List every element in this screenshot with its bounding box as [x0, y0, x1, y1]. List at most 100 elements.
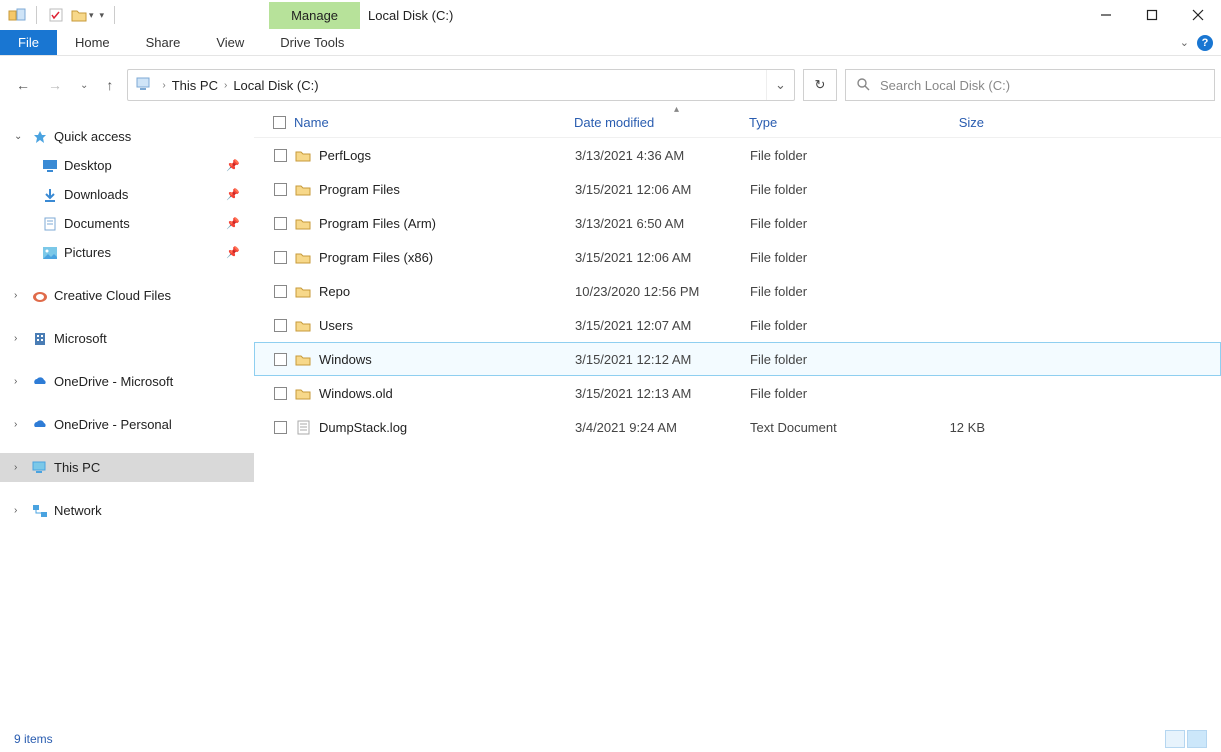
sidebar-quick-access[interactable]: ⌄ Quick access	[0, 122, 254, 151]
sidebar-onedrive-microsoft[interactable]: › OneDrive - Microsoft	[0, 367, 254, 396]
desktop-icon	[42, 158, 58, 174]
status-bar: 9 items	[0, 726, 1221, 752]
drive-tools-tab[interactable]: Drive Tools	[262, 30, 362, 55]
chevron-right-icon[interactable]: ›	[222, 80, 229, 91]
row-checkbox[interactable]	[265, 251, 295, 264]
column-header-type[interactable]: Type	[749, 115, 894, 130]
large-icons-view-button[interactable]	[1187, 730, 1207, 748]
sidebar-item-label: Quick access	[54, 129, 131, 144]
pin-icon[interactable]: 📌	[226, 188, 240, 201]
file-row[interactable]: Program Files (x86)3/15/2021 12:06 AMFil…	[254, 240, 1221, 274]
sidebar-item-label: Documents	[64, 216, 130, 231]
address-box[interactable]: › This PC › Local Disk (C:) ⌄	[127, 69, 795, 101]
navigation-pane: ⌄ Quick access Desktop 📌 Downloads 📌 Doc…	[0, 108, 254, 726]
chevron-right-icon[interactable]: ›	[14, 462, 26, 473]
select-all-checkbox[interactable]	[264, 116, 294, 129]
row-checkbox[interactable]	[265, 353, 295, 366]
ribbon-expand-icon[interactable]: ⌄	[1180, 36, 1189, 49]
chevron-down-icon[interactable]: ⌄	[14, 131, 26, 142]
file-date: 10/23/2020 12:56 PM	[575, 284, 750, 299]
folder-icon	[295, 147, 311, 163]
chevron-right-icon[interactable]: ›	[14, 333, 26, 344]
details-view-button[interactable]	[1165, 730, 1185, 748]
search-icon	[856, 77, 870, 94]
pin-icon[interactable]: 📌	[226, 159, 240, 172]
sidebar-network[interactable]: › Network	[0, 496, 254, 525]
view-tab[interactable]: View	[198, 30, 262, 55]
folder-icon	[295, 351, 311, 367]
chevron-right-icon[interactable]: ›	[14, 419, 26, 430]
sidebar-documents[interactable]: Documents 📌	[0, 209, 254, 238]
file-row[interactable]: Repo10/23/2020 12:56 PMFile folder	[254, 274, 1221, 308]
file-tab[interactable]: File	[0, 30, 57, 55]
home-tab[interactable]: Home	[57, 30, 128, 55]
help-icon[interactable]: ?	[1197, 35, 1213, 51]
file-list: Name Date modified Type Size ▴ PerfLogs3…	[254, 108, 1221, 726]
sidebar-item-label: Creative Cloud Files	[54, 288, 171, 303]
file-row[interactable]: PerfLogs 3/13/2021 4:36 AMFile folder	[254, 138, 1221, 172]
column-header-size[interactable]: Size	[894, 115, 984, 130]
chevron-right-icon[interactable]: ›	[14, 505, 26, 516]
qat-folder-dropdown[interactable]: ▾	[71, 8, 94, 22]
chevron-right-icon[interactable]: ›	[160, 80, 167, 91]
refresh-button[interactable]: ↻	[803, 69, 837, 101]
file-size: 12 KB	[895, 420, 985, 435]
file-name: DumpStack.log	[319, 420, 407, 435]
breadcrumb-this-pc[interactable]: This PC	[168, 78, 222, 93]
file-row[interactable]: Users3/15/2021 12:07 AMFile folder	[254, 308, 1221, 342]
pin-icon[interactable]: 📌	[226, 246, 240, 259]
row-checkbox[interactable]	[265, 217, 295, 230]
search-input[interactable]	[880, 78, 1204, 93]
sidebar-this-pc[interactable]: › This PC	[0, 453, 254, 482]
up-button[interactable]: ↑	[106, 77, 113, 93]
downloads-icon	[42, 187, 58, 203]
file-row[interactable]: DumpStack.log3/4/2021 9:24 AMText Docume…	[254, 410, 1221, 444]
file-type: File folder	[750, 148, 895, 163]
file-row[interactable]: Windows.old3/15/2021 12:13 AMFile folder	[254, 376, 1221, 410]
file-type: File folder	[750, 216, 895, 231]
sidebar-creative-cloud[interactable]: › Creative Cloud Files	[0, 281, 254, 310]
minimize-button[interactable]	[1083, 0, 1129, 30]
file-name: PerfLogs	[319, 148, 371, 163]
recent-locations-dropdown[interactable]: ⌄	[80, 80, 88, 91]
chevron-right-icon[interactable]: ›	[14, 376, 26, 387]
maximize-button[interactable]	[1129, 0, 1175, 30]
close-button[interactable]	[1175, 0, 1221, 30]
folder-icon	[295, 385, 311, 401]
sidebar-microsoft[interactable]: › Microsoft	[0, 324, 254, 353]
row-checkbox[interactable]	[265, 285, 295, 298]
file-name: Users	[319, 318, 353, 333]
breadcrumb-local-disk[interactable]: Local Disk (C:)	[229, 78, 322, 93]
file-date: 3/13/2021 4:36 AM	[575, 148, 750, 163]
file-row[interactable]: Windows3/15/2021 12:12 AMFile folder	[254, 342, 1221, 376]
row-checkbox[interactable]	[265, 319, 295, 332]
forward-button[interactable]: →	[48, 77, 62, 93]
row-checkbox[interactable]	[265, 183, 295, 196]
properties-icon[interactable]	[47, 6, 65, 24]
search-box[interactable]	[845, 69, 1215, 101]
sidebar-item-label: Network	[54, 503, 102, 518]
row-checkbox[interactable]	[265, 421, 295, 434]
share-tab[interactable]: Share	[128, 30, 199, 55]
folder-icon	[295, 215, 311, 231]
row-checkbox[interactable]	[265, 387, 295, 400]
pin-icon[interactable]: 📌	[226, 217, 240, 230]
column-header-date[interactable]: Date modified	[574, 115, 749, 130]
column-header-name[interactable]: Name	[294, 115, 574, 130]
sidebar-desktop[interactable]: Desktop 📌	[0, 151, 254, 180]
chevron-right-icon[interactable]: ›	[14, 290, 26, 301]
address-dropdown[interactable]: ⌄	[766, 70, 794, 100]
file-date: 3/15/2021 12:06 AM	[575, 182, 750, 197]
separator	[36, 6, 37, 24]
qat-customize-dropdown[interactable]: ▾	[100, 10, 105, 21]
file-type: File folder	[750, 352, 895, 367]
folder-icon	[295, 317, 311, 333]
row-checkbox[interactable]	[265, 149, 295, 162]
manage-context-tab[interactable]: Manage	[269, 2, 360, 29]
sidebar-onedrive-personal[interactable]: › OneDrive - Personal	[0, 410, 254, 439]
sidebar-downloads[interactable]: Downloads 📌	[0, 180, 254, 209]
file-row[interactable]: Program Files (Arm)3/13/2021 6:50 AMFile…	[254, 206, 1221, 240]
file-row[interactable]: Program Files3/15/2021 12:06 AMFile fold…	[254, 172, 1221, 206]
back-button[interactable]: ←	[16, 77, 30, 93]
sidebar-pictures[interactable]: Pictures 📌	[0, 238, 254, 267]
